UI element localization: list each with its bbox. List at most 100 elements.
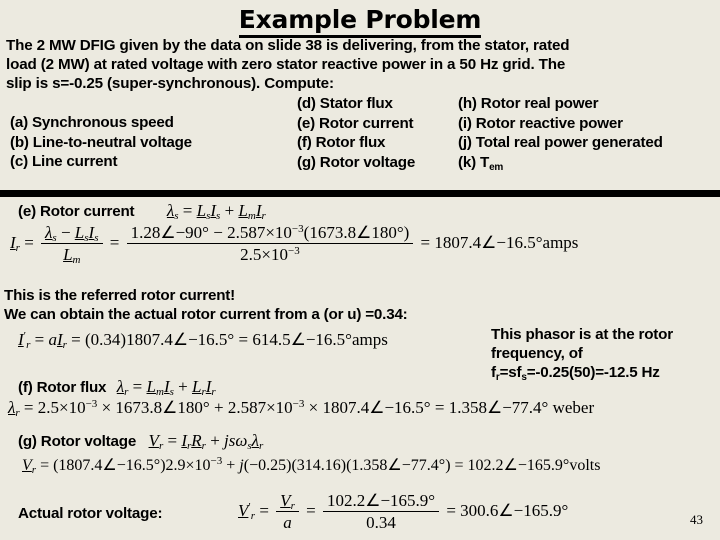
list-item: (a) Synchronous speed (10, 114, 174, 131)
g-res-exp: −3 (210, 455, 223, 467)
f-result-mag: 1.358 (448, 398, 487, 417)
rotor-flux-equation: λr = 2.5×10−3 × 1673.8180° + 2.587×10−3 … (8, 398, 595, 419)
f-t1-ang: 180° (177, 398, 210, 417)
g-cur-mag: 1807.4 (58, 457, 103, 474)
e-num-ang1: −90° (175, 223, 209, 242)
problem-statement-line-2: load (2 MW) at rated voltage with zero s… (6, 56, 566, 73)
a-value: 0.34 (90, 330, 121, 349)
list-item: (g) Rotor voltage (297, 153, 416, 171)
actual-rotor-voltage-equation-body: V′r = Vr a = 102.2−165.9° 0.34 = 300.6−1… (238, 490, 568, 534)
list-item-k-base: (k) T (458, 153, 490, 171)
f-result-unit: weber (552, 398, 595, 417)
actual-rotor-voltage-equation: V′r = Vr a = 102.2−165.9° 0.34 = 300.6−1… (238, 490, 568, 534)
e-num-ang2: 180° (371, 223, 404, 242)
fr-mid: =sf (499, 364, 522, 381)
phasor-note-line-3: fr=sfs=-0.25(50)=-12.5 Hz (491, 363, 719, 384)
rotor-voltage-equation: Vr = (1807.4−16.5°)2.9×10−3 + j(−0.25)(3… (22, 455, 601, 476)
g-result-unit: volts (569, 457, 601, 474)
fs-sub: s (521, 372, 527, 383)
av-den: 0.34 (366, 513, 396, 533)
fraction-lambda-over-lm: λs − LsIs Lm (41, 222, 103, 266)
fraction-voltage-numeric: 102.2 −165.9° 0.34 (322, 490, 440, 534)
list-item: (k) Tem (458, 153, 663, 173)
actual-rotor-current-equation: I′r = aIr = (0.34)1807.4−16.5° = 614.5−1… (18, 330, 388, 351)
e-den-exp: −3 (288, 245, 300, 258)
g-omega: 314.16 (296, 457, 341, 474)
list-item: (i) Rotor reactive power (458, 114, 623, 132)
phasor-note-line-1: This phasor is at the rotor (491, 326, 673, 343)
e-num-exp2: −3 (291, 223, 304, 235)
fraction-vr-over-a: Vr a (276, 490, 299, 534)
rotor-voltage-equation-body: Vr = (1807.4−16.5°)2.9×10−3 + j(−0.25)(3… (22, 455, 601, 476)
rotor-voltage-definition-equation: Vr = IrRr + jsωsλr (148, 431, 264, 452)
section-g-label: (g) Rotor voltage (18, 432, 137, 450)
g-res: 2.9×10 (165, 457, 211, 474)
f-t2-exp: −3 (292, 398, 305, 410)
compute-list-column-h: (h) Rotor real power (i) Rotor reactive … (458, 94, 663, 173)
av-num-ang: −165.9° (380, 491, 436, 510)
actual-rotor-current-equation-body: I′r = aIr = (0.34)1807.4−16.5° = 614.5−1… (18, 330, 388, 351)
list-item: (b) Line-to-neutral voltage (10, 133, 192, 151)
fr-sub: r (495, 372, 500, 383)
phasor-note-line-2: frequency, of (491, 345, 583, 362)
ref-ang: −16.5° (188, 330, 235, 349)
actual-current-unit: amps (351, 330, 388, 349)
page-number: 43 (690, 512, 703, 527)
g-cur-ang: −16.5° (116, 457, 161, 474)
av-num-mag: 102.2 (326, 491, 366, 510)
f-t2-mag: 1807.4 (322, 398, 370, 417)
g-result-mag: 102.2 (467, 457, 504, 474)
compute-list-column-a: (a) Synchronous speed (b) Line-to-neutra… (10, 113, 192, 172)
problem-statement-line-3: slip is s=-0.25 (super-synchronous). Com… (6, 75, 334, 92)
list-item: (c) Line current (10, 153, 118, 170)
e-num-mag1: 1.28 (130, 223, 161, 242)
section-divider (0, 190, 720, 197)
rotor-flux-definition-equation: λr = LmIs + LrIr (116, 377, 216, 398)
page-title: Example Problem (0, 0, 720, 38)
page-title-text: Example Problem (238, 5, 481, 38)
g-result-ang: −165.9° (517, 457, 570, 474)
f-t1-mag: 1673.8 (115, 398, 163, 417)
e-result-unit: amps (542, 233, 579, 253)
stator-flux-definition-equation: λs = LsIs + LmIr (166, 201, 266, 222)
compute-list: (a) Synchronous speed (b) Line-to-neutra… (0, 94, 720, 173)
e-num-mag2: 1673.8 (309, 223, 357, 242)
list-item-k-sub: em (489, 161, 504, 173)
section-g-header: (g) Rotor voltage Vr = IrRr + jsωsλr (18, 431, 264, 452)
rotor-current-equation-body: Ir = λs − LsIs Lm = 1.28−90° − 2.587×10−… (10, 222, 578, 266)
list-item: (f) Rotor flux (297, 134, 386, 151)
fr-rest: =-0.25(50)=-12.5 Hz (526, 364, 660, 381)
compute-list-column-d: (d) Stator flux (e) Rotor current (f) Ro… (297, 94, 415, 172)
problem-statement-line-1: The 2 MW DFIG given by the data on slide… (6, 37, 570, 54)
f-t2-coeff: 2.587×10 (227, 398, 293, 417)
section-e-label: (e) Rotor current (18, 202, 135, 220)
phasor-frequency-note: This phasor is at the rotor frequency, o… (491, 325, 719, 384)
note-referred-current: This is the referred rotor current! (4, 287, 235, 304)
f-t1-exp: −3 (85, 398, 98, 410)
e-result-mag: 1807.4 (434, 233, 482, 253)
section-f-label: (f) Rotor flux (18, 378, 107, 396)
list-item: (j) Total real power generated (458, 134, 663, 151)
av-result-mag: 300.6 (460, 501, 499, 521)
av-result-ang: −165.9° (513, 501, 569, 521)
ref-mag: 1807.4 (126, 330, 173, 349)
f-t2-ang: −16.5° (384, 398, 431, 417)
note-actual-current: We can obtain the actual rotor current f… (4, 306, 408, 323)
section-e-header: (e) Rotor current λs = LsIs + LmIr (18, 201, 266, 222)
actual-current-ang: −16.5° (305, 330, 352, 349)
slide-canvas: Example Problem The 2 MW DFIG given by t… (0, 0, 720, 540)
g-flux-mag: 1.358 (351, 457, 388, 474)
e-result-ang: −16.5° (496, 233, 543, 253)
list-item: (h) Rotor real power (458, 95, 599, 112)
f-result-ang: −77.4° (502, 398, 549, 417)
list-item: (d) Stator flux (297, 95, 393, 112)
problem-statement: The 2 MW DFIG given by the data on slide… (0, 32, 720, 93)
e-den: 2.5×10 (240, 245, 288, 265)
g-slip: −0.25 (249, 457, 287, 474)
actual-current-mag: 614.5 (252, 330, 291, 349)
actual-rotor-voltage-label: Actual rotor voltage: (18, 505, 163, 522)
rotor-current-equation: Ir = λs − LsIs Lm = 1.28−90° − 2.587×10−… (10, 222, 578, 266)
g-flux-ang: −77.4° (401, 457, 446, 474)
fraction-numeric: 1.28−90° − 2.587×10−3(1673.8180°) 2.5×10… (126, 222, 414, 266)
section-f-header: (f) Rotor flux λr = LmIs + LrIr (18, 377, 216, 398)
